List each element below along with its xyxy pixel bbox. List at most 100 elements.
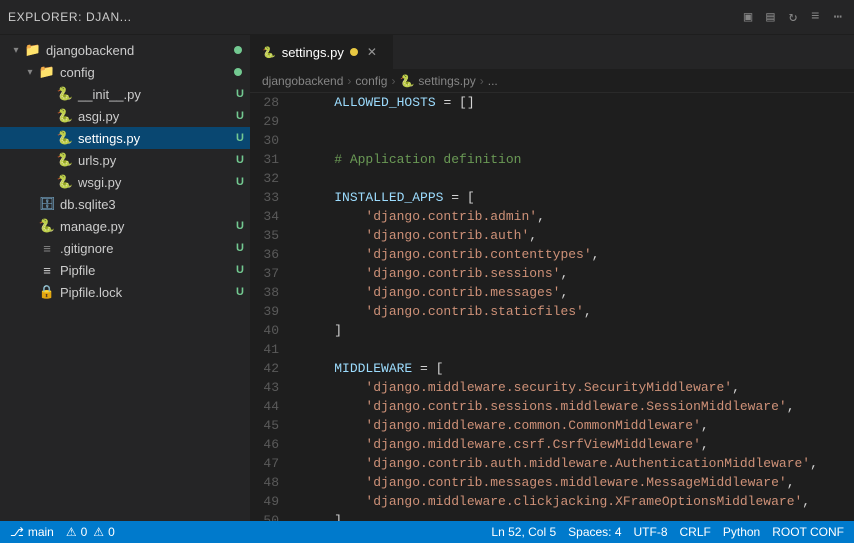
pipfile-icon: ≡ <box>38 263 56 278</box>
cursor-position[interactable]: Ln 52, Col 5 <box>491 525 556 539</box>
line-number: 28 <box>250 93 295 112</box>
git-badge-u: U <box>236 154 244 166</box>
line-content: ] <box>295 511 854 521</box>
git-badge-u: U <box>236 176 244 188</box>
sidebar-item-wsgi[interactable]: 🐍 wsgi.py U <box>0 171 250 193</box>
git-branch-status[interactable]: ⎇ main <box>10 525 54 539</box>
line-number: 43 <box>250 378 295 397</box>
sidebar-label-manage: manage.py <box>60 219 236 234</box>
sidebar-item-gitignore[interactable]: ≡ .gitignore U <box>0 237 250 259</box>
line-number: 50 <box>250 511 295 521</box>
status-right: Ln 52, Col 5 Spaces: 4 UTF-8 CRLF Python… <box>491 525 844 539</box>
sidebar-item-urls[interactable]: 🐍 urls.py U <box>0 149 250 171</box>
chevron-down-icon: ▾ <box>22 67 38 78</box>
python-file-icon: 🐍 <box>56 174 74 190</box>
code-line-33: 33 INSTALLED_APPS = [ <box>250 188 854 207</box>
sidebar-label-init: __init__.py <box>78 87 236 102</box>
tab-close-button[interactable]: ✕ <box>364 44 380 60</box>
sidebar-item-settings[interactable]: 🐍 settings.py U <box>0 127 250 149</box>
more-actions-icon[interactable]: ⋯ <box>830 7 846 28</box>
code-line-35: 35 'django.contrib.auth', <box>250 226 854 245</box>
code-line-46: 46 'django.middleware.csrf.CsrfViewMiddl… <box>250 435 854 454</box>
line-content: ] <box>295 321 854 340</box>
code-line-39: 39 'django.contrib.staticfiles', <box>250 302 854 321</box>
folder-icon: 📁 <box>38 64 56 80</box>
errors-status[interactable]: ⚠ 0 ⚠ 0 <box>66 525 115 539</box>
sidebar-item-asgi[interactable]: 🐍 asgi.py U <box>0 105 250 127</box>
line-content: 'django.contrib.messages.middleware.Mess… <box>295 473 854 492</box>
new-file-icon[interactable]: ▣ <box>740 7 756 28</box>
line-content: 'django.contrib.admin', <box>295 207 854 226</box>
warning-count: 0 <box>108 525 115 539</box>
new-folder-icon[interactable]: ▤ <box>762 7 778 28</box>
code-line-50: 50 ] <box>250 511 854 521</box>
error-icon: ⚠ <box>66 525 77 539</box>
breadcrumb: djangobackend › config › 🐍 settings.py ›… <box>250 70 854 93</box>
code-line-37: 37 'django.contrib.sessions', <box>250 264 854 283</box>
breadcrumb-config[interactable]: config <box>355 74 387 88</box>
sidebar-item-init[interactable]: 🐍 __init__.py U <box>0 83 250 105</box>
sidebar-item-manage[interactable]: 🐍 manage.py U <box>0 215 250 237</box>
code-line-31: 31 # Application definition <box>250 150 854 169</box>
line-number: 40 <box>250 321 295 340</box>
breadcrumb-settings[interactable]: settings.py <box>418 74 475 88</box>
line-ending-status[interactable]: CRLF <box>680 525 711 539</box>
sidebar-label-db: db.sqlite3 <box>60 197 250 212</box>
sidebar-item-db[interactable]: 🗄 db.sqlite3 <box>0 193 250 215</box>
line-content: 'django.contrib.contenttypes', <box>295 245 854 264</box>
python-file-icon: 🐍 <box>56 130 74 146</box>
sidebar-item-djangobackend[interactable]: ▾ 📁 djangobackend <box>0 39 250 61</box>
breadcrumb-more[interactable]: ... <box>488 74 498 88</box>
code-line-29: 29 <box>250 112 854 131</box>
sidebar-label-urls: urls.py <box>78 153 236 168</box>
code-line-28: 28 ALLOWED_HOSTS = [] <box>250 93 854 112</box>
line-content: ALLOWED_HOSTS = [] <box>295 93 854 112</box>
git-branch-label: main <box>28 525 54 539</box>
sidebar-item-pipfile-lock[interactable]: 🔒 Pipfile.lock U <box>0 281 250 303</box>
sidebar-label-wsgi: wsgi.py <box>78 175 236 190</box>
language-status[interactable]: Python <box>723 525 760 539</box>
code-line-38: 38 'django.contrib.messages', <box>250 283 854 302</box>
explorer-title: EXPLORER: DJAN... <box>8 10 132 24</box>
breadcrumb-djangobackend[interactable]: djangobackend <box>262 74 343 88</box>
sidebar-item-pipfile[interactable]: ≡ Pipfile U <box>0 259 250 281</box>
line-number: 30 <box>250 131 295 150</box>
line-content: 'django.middleware.clickjacking.XFrameOp… <box>295 492 854 511</box>
encoding-status[interactable]: UTF-8 <box>634 525 668 539</box>
root-conf-status[interactable]: ROOT CONF <box>772 525 844 539</box>
git-file-icon: ≡ <box>38 241 56 256</box>
sidebar-item-config[interactable]: ▾ 📁 config <box>0 61 250 83</box>
git-badge-u: U <box>236 110 244 122</box>
collapse-all-icon[interactable]: ≡ <box>807 7 823 27</box>
code-line-34: 34 'django.contrib.admin', <box>250 207 854 226</box>
git-badge-u: U <box>236 132 244 144</box>
refresh-icon[interactable]: ↻ <box>785 7 801 28</box>
git-badge-u: U <box>236 286 244 298</box>
tab-label-settings: settings.py <box>282 45 344 60</box>
line-content: 'django.contrib.auth', <box>295 226 854 245</box>
code-line-40: 40 ] <box>250 321 854 340</box>
line-content: # Application definition <box>295 150 854 169</box>
code-line-44: 44 'django.contrib.sessions.middleware.S… <box>250 397 854 416</box>
line-content: 'django.contrib.sessions', <box>295 264 854 283</box>
line-content: 'django.contrib.staticfiles', <box>295 302 854 321</box>
code-line-32: 32 <box>250 169 854 188</box>
line-number: 39 <box>250 302 295 321</box>
code-table: 28 ALLOWED_HOSTS = []29 30 31 # Applicat… <box>250 93 854 521</box>
main-layout: ▾ 📁 djangobackend ▾ 📁 config 🐍 __init__.… <box>0 35 854 521</box>
sidebar-label-pipfile: Pipfile <box>60 263 236 278</box>
python-file-icon: 🐍 <box>56 152 74 168</box>
code-line-49: 49 'django.middleware.clickjacking.XFram… <box>250 492 854 511</box>
code-editor[interactable]: 28 ALLOWED_HOSTS = []29 30 31 # Applicat… <box>250 93 854 521</box>
code-line-48: 48 'django.contrib.messages.middleware.M… <box>250 473 854 492</box>
python-tab-icon: 🐍 <box>262 46 276 59</box>
line-number: 44 <box>250 397 295 416</box>
sidebar-label-pipfile-lock: Pipfile.lock <box>60 285 236 300</box>
indentation-status[interactable]: Spaces: 4 <box>568 525 621 539</box>
line-number: 49 <box>250 492 295 511</box>
line-number: 33 <box>250 188 295 207</box>
lock-file-icon: 🔒 <box>38 284 56 300</box>
python-file-icon: 🐍 <box>56 86 74 102</box>
code-line-43: 43 'django.middleware.security.SecurityM… <box>250 378 854 397</box>
tab-settings[interactable]: 🐍 settings.py ✕ <box>250 35 393 69</box>
